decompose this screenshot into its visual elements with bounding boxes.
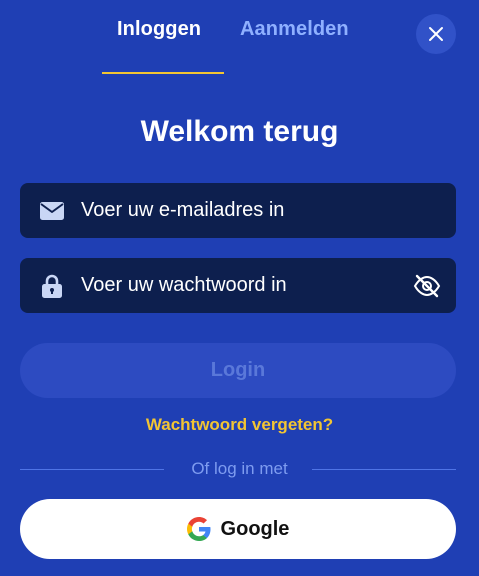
auth-tabs: Inloggen Aanmelden <box>0 0 479 76</box>
google-button-label: Google <box>220 517 290 540</box>
login-button[interactable]: Login <box>20 343 456 398</box>
password-visibility-toggle[interactable] <box>412 271 442 301</box>
eye-off-icon <box>413 274 441 297</box>
envelope-icon <box>40 199 64 223</box>
tab-register[interactable]: Aanmelden <box>240 18 349 41</box>
email-input[interactable] <box>81 183 456 238</box>
forgot-password-link[interactable]: Wachtwoord vergeten? <box>0 415 479 435</box>
auth-modal: Inloggen Aanmelden Welkom terug Voer uw … <box>0 0 479 576</box>
password-field[interactable] <box>20 258 456 313</box>
close-button[interactable] <box>416 14 456 54</box>
page-title: Welkom terug <box>140 115 339 148</box>
google-logo-icon <box>186 517 211 541</box>
close-icon <box>429 27 443 41</box>
lock-icon <box>40 274 64 298</box>
email-field[interactable] <box>20 183 456 238</box>
google-login-button[interactable]: Google <box>20 499 456 559</box>
tab-login[interactable]: Inloggen <box>117 18 201 41</box>
divider-right <box>312 469 456 470</box>
active-tab-indicator <box>102 72 224 74</box>
password-input[interactable] <box>81 258 412 313</box>
